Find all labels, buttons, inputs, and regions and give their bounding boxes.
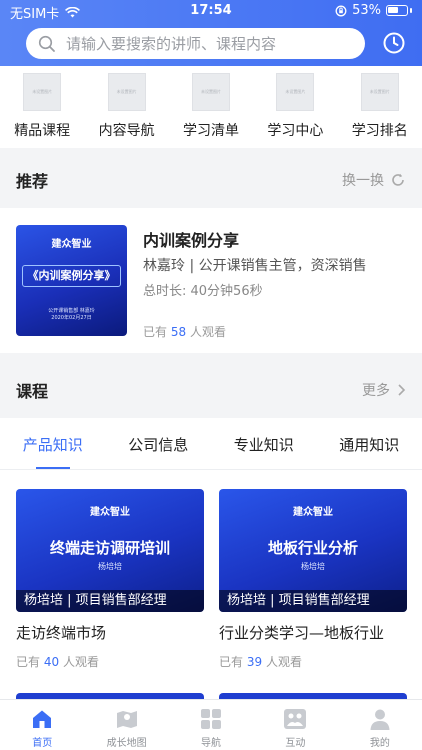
tabbar-growth-map[interactable]: 成长地图 xyxy=(84,700,168,750)
placeholder-image: 未设置图片 xyxy=(191,73,230,111)
tab-general-knowledge[interactable]: 通用知识 xyxy=(317,418,422,469)
grid-icon xyxy=(201,709,222,729)
header: 无SIM卡 17:54 53% 请输入要搜索的讲师、课程内容 xyxy=(0,0,422,66)
poster-brand: 建众智业 xyxy=(51,239,92,250)
poster-meta-date: 2020年02月27日 xyxy=(51,315,92,321)
tab-company-info[interactable]: 公司信息 xyxy=(106,418,212,469)
section-title: 推荐 xyxy=(16,172,49,191)
refresh-button[interactable]: 换一换 xyxy=(342,170,406,190)
placeholder-image: 未设置图片 xyxy=(276,73,315,111)
course-thumbnail: 建众智业 终端走访调研培训 杨培培 杨培培 | 项目销售部经理 xyxy=(16,489,204,612)
poster-brand: 建众智业 xyxy=(90,507,130,518)
battery-tip xyxy=(410,8,412,13)
tabbar-label: 成长地图 xyxy=(106,738,147,749)
views-suffix: 人观看 xyxy=(189,325,226,339)
section-title: 课程 xyxy=(16,382,49,401)
recommend-duration: 总时长: 40分钟56秒 xyxy=(143,284,263,299)
quick-nav-item-study-list[interactable]: 未设置图片 学习清单 xyxy=(169,66,253,148)
tabbar-mine[interactable]: 我的 xyxy=(338,700,422,750)
placeholder-image: 未设置图片 xyxy=(107,73,146,111)
views-count: 58 xyxy=(170,325,187,339)
quick-nav-label: 学习排名 xyxy=(351,123,408,139)
course-card[interactable]: 建众智业 终端走访调研培训 杨培培 杨培培 | 项目销售部经理 走访终端市场 已… xyxy=(16,489,204,670)
tabbar-label: 我的 xyxy=(369,738,390,749)
search-icon xyxy=(38,35,55,52)
bottom-tabbar: 首页 成长地图 导航 互动 我的 xyxy=(0,699,422,750)
recommend-views: 已有 58 人观看 xyxy=(143,323,226,340)
views-count: 39 xyxy=(246,655,263,669)
tab-professional-knowledge[interactable]: 专业知识 xyxy=(211,418,317,469)
tabbar-home[interactable]: 首页 xyxy=(0,700,84,750)
home-icon xyxy=(33,710,52,728)
quick-nav-item-study-center[interactable]: 未设置图片 学习中心 xyxy=(253,66,337,148)
views-suffix: 人观看 xyxy=(265,655,302,669)
views-count: 40 xyxy=(43,655,60,669)
quick-nav-label: 内容导航 xyxy=(98,123,155,139)
views-prefix: 已有 xyxy=(219,655,244,669)
course-section-header: 课程 更多 xyxy=(0,360,422,418)
course-views: 已有 39 人观看 xyxy=(219,653,407,670)
quick-nav: 未设置图片 精品课程 未设置图片 内容导航 未设置图片 学习清单 未设置图片 学… xyxy=(0,66,422,148)
quick-nav-label: 精品课程 xyxy=(14,123,71,139)
quick-nav-label: 学习中心 xyxy=(267,123,324,139)
recommend-section-header: 推荐 换一换 xyxy=(0,150,422,208)
poster-title: 终端走访调研培训 xyxy=(49,539,170,557)
people-icon xyxy=(284,709,307,729)
search-bar[interactable]: 请输入要搜索的讲师、课程内容 xyxy=(26,28,365,59)
course-thumbnail: 建众智业 地板行业分析 杨培培 杨培培 | 项目销售部经理 xyxy=(219,489,407,612)
recommend-teacher: 林嘉玲 | 公开课销售主管，资深销售 xyxy=(143,258,367,274)
search-placeholder[interactable]: 请输入要搜索的讲师、课程内容 xyxy=(66,33,276,54)
tabbar-label: 首页 xyxy=(32,738,53,749)
course-name: 走访终端市场 xyxy=(16,624,107,642)
map-icon xyxy=(116,711,137,728)
views-prefix: 已有 xyxy=(143,325,168,339)
battery-icon xyxy=(386,5,408,16)
thumbnail-overlay: 杨培培 | 项目销售部经理 xyxy=(219,590,407,612)
more-label: 更多 xyxy=(362,383,390,399)
course-name: 行业分类学习—地板行业 xyxy=(219,624,385,642)
recommend-card[interactable]: 建众智业 《内训案例分享》 公开课销售部 林嘉玲 2020年02月27日 内训案… xyxy=(0,208,422,353)
tabbar-interaction[interactable]: 互动 xyxy=(253,700,337,750)
thumbnail-overlay: 杨培培 | 项目销售部经理 xyxy=(16,590,204,612)
quick-nav-item-study-ranking[interactable]: 未设置图片 学习排名 xyxy=(338,66,422,148)
poster-brand: 建众智业 xyxy=(293,507,333,518)
poster-teacher: 杨培培 xyxy=(98,562,122,571)
poster-meta-line: 公开课销售部 林嘉玲 xyxy=(48,308,95,314)
quick-nav-item-content-nav[interactable]: 未设置图片 内容导航 xyxy=(84,66,168,148)
recommend-thumbnail: 建众智业 《内训案例分享》 公开课销售部 林嘉玲 2020年02月27日 xyxy=(16,225,127,336)
course-card[interactable]: 建众智业 地板行业分析 杨培培 杨培培 | 项目销售部经理 行业分类学习—地板行… xyxy=(219,489,407,670)
quick-nav-item-premium-courses[interactable]: 未设置图片 精品课程 xyxy=(0,66,84,148)
placeholder-image: 未设置图片 xyxy=(23,73,62,111)
tab-product-knowledge[interactable]: 产品知识 xyxy=(0,418,106,469)
poster-title: 地板行业分析 xyxy=(267,539,358,557)
views-prefix: 已有 xyxy=(16,655,41,669)
orientation-lock-icon xyxy=(335,5,347,16)
poster-meta: 公开课销售部 林嘉玲 2020年02月27日 xyxy=(16,308,127,322)
chevron-right-icon xyxy=(398,384,406,396)
placeholder-image: 未设置图片 xyxy=(360,73,399,111)
battery-percent: 53% xyxy=(352,3,381,18)
quick-nav-label: 学习清单 xyxy=(182,123,239,139)
refresh-label: 换一换 xyxy=(342,173,384,189)
poster-teacher: 杨培培 xyxy=(301,562,325,571)
tabbar-label: 互动 xyxy=(285,738,306,749)
status-right: 53% xyxy=(335,3,412,18)
user-icon xyxy=(370,709,390,730)
status-bar: 无SIM卡 17:54 53% xyxy=(0,0,422,22)
poster-title: 《内训案例分享》 xyxy=(22,265,121,287)
course-views: 已有 40 人观看 xyxy=(16,653,204,670)
tabbar-label: 导航 xyxy=(201,738,222,749)
recommend-title: 内训案例分享 xyxy=(143,231,240,250)
app-screen: 无SIM卡 17:54 53% 请输入要搜索的讲师、课程内容 未设置图片 精品课… xyxy=(0,0,422,750)
history-clock-icon[interactable] xyxy=(382,31,406,55)
refresh-icon xyxy=(392,173,404,186)
more-button[interactable]: 更多 xyxy=(362,380,406,400)
course-list: 建众智业 终端走访调研培训 杨培培 杨培培 | 项目销售部经理 走访终端市场 已… xyxy=(0,470,422,702)
tabbar-navigation[interactable]: 导航 xyxy=(169,700,253,750)
views-suffix: 人观看 xyxy=(62,655,99,669)
course-tabs: 产品知识 公司信息 专业知识 通用知识 xyxy=(0,418,422,470)
